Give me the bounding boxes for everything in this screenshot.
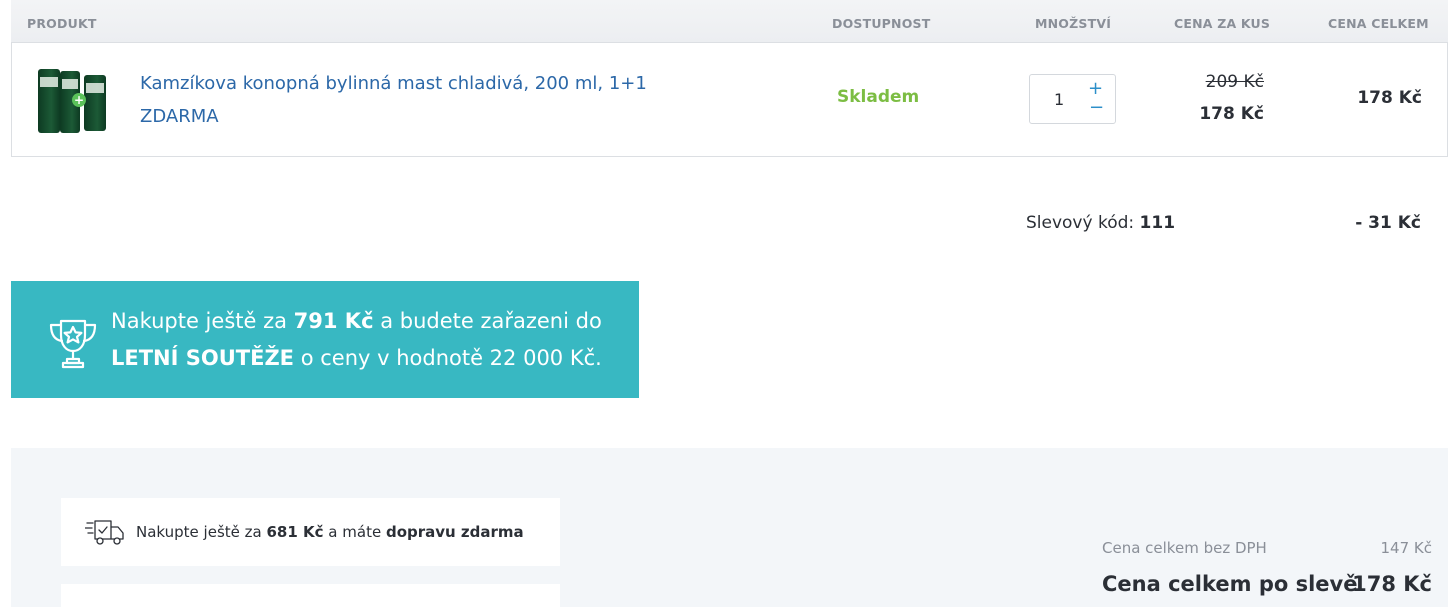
quantity-decrease-button[interactable]: − (1089, 97, 1104, 118)
total-without-vat-value: 147 Kč (1380, 539, 1432, 557)
shipping-amount: 681 Kč (266, 523, 324, 541)
product-thumbnail-icon[interactable]: + (34, 67, 110, 135)
quantity-increase-button[interactable]: + (1088, 78, 1103, 99)
summary-panel: Nakupte ještě za 681 Kč a máte dopravu z… (11, 448, 1448, 607)
column-header-unit-price: CENA ZA KUS (1174, 16, 1271, 31)
shipping-notice-text: Nakupte ještě za 681 Kč a máte dopravu z… (136, 523, 524, 541)
free-shipping-highlight: dopravu zdarma (385, 523, 524, 541)
quantity-input[interactable] (1042, 87, 1082, 111)
second-notice-card (61, 584, 560, 607)
discount-label-text: Slevový kód: (1026, 213, 1135, 233)
availability-status: Skladem (837, 87, 920, 107)
bundle-plus-icon: + (72, 93, 86, 107)
promo-text-part: o ceny v hodnotě 22 000 Kč. (294, 346, 602, 370)
promo-text: Nakupte ještě za 791 Kč a budete zařazen… (111, 303, 631, 377)
promo-text-part: a budete zařazeni do (373, 309, 602, 333)
total-after-discount-label: Cena celkem po slevě (1102, 572, 1358, 596)
tube-label (86, 83, 104, 93)
tube-label (62, 79, 78, 89)
tube-label (40, 77, 58, 87)
promo-banner: Nakupte ještě za 791 Kč a budete zařazen… (11, 281, 639, 398)
cart-item-row: + Kamzíkova konopná bylinná mast chladiv… (11, 43, 1448, 157)
item-total-price: 178 Kč (1357, 88, 1422, 108)
promo-text-part: Nakupte ještě za (111, 309, 294, 333)
original-unit-price: 209 Kč (1205, 72, 1264, 92)
delivery-truck-icon (85, 520, 124, 545)
total-after-discount-value: 178 Kč (1352, 572, 1432, 596)
total-without-vat-label: Cena celkem bez DPH (1102, 539, 1267, 557)
discount-code-label: Slevový kód: 111 (1026, 213, 1175, 233)
shipping-notice-card: Nakupte ještě za 681 Kč a máte dopravu z… (61, 498, 560, 566)
promo-contest-name: LETNÍ SOUTĚŽE (111, 346, 295, 370)
discount-amount: - 31 Kč (1355, 213, 1421, 233)
promo-amount: 791 Kč (293, 309, 374, 333)
trophy-icon (49, 319, 97, 369)
column-header-quantity: MNOŽSTVÍ (1035, 16, 1112, 31)
shipping-text-part: a máte (323, 523, 386, 541)
cart-table-header: PRODUKT DOSTUPNOST MNOŽSTVÍ CENA ZA KUS … (11, 0, 1448, 43)
discount-code-value: 111 (1139, 213, 1176, 233)
column-header-total-price: CENA CELKEM (1328, 16, 1429, 31)
column-header-product: PRODUKT (27, 16, 97, 31)
shipping-text-part: Nakupte ještě za (136, 523, 267, 541)
product-tube (84, 75, 106, 131)
quantity-stepper: + − (1029, 74, 1116, 124)
column-header-availability: DOSTUPNOST (832, 16, 931, 31)
product-tube (38, 69, 60, 133)
product-name-link[interactable]: Kamzíkova konopná bylinná mast chladivá,… (140, 67, 680, 133)
unit-price: 178 Kč (1199, 104, 1264, 124)
